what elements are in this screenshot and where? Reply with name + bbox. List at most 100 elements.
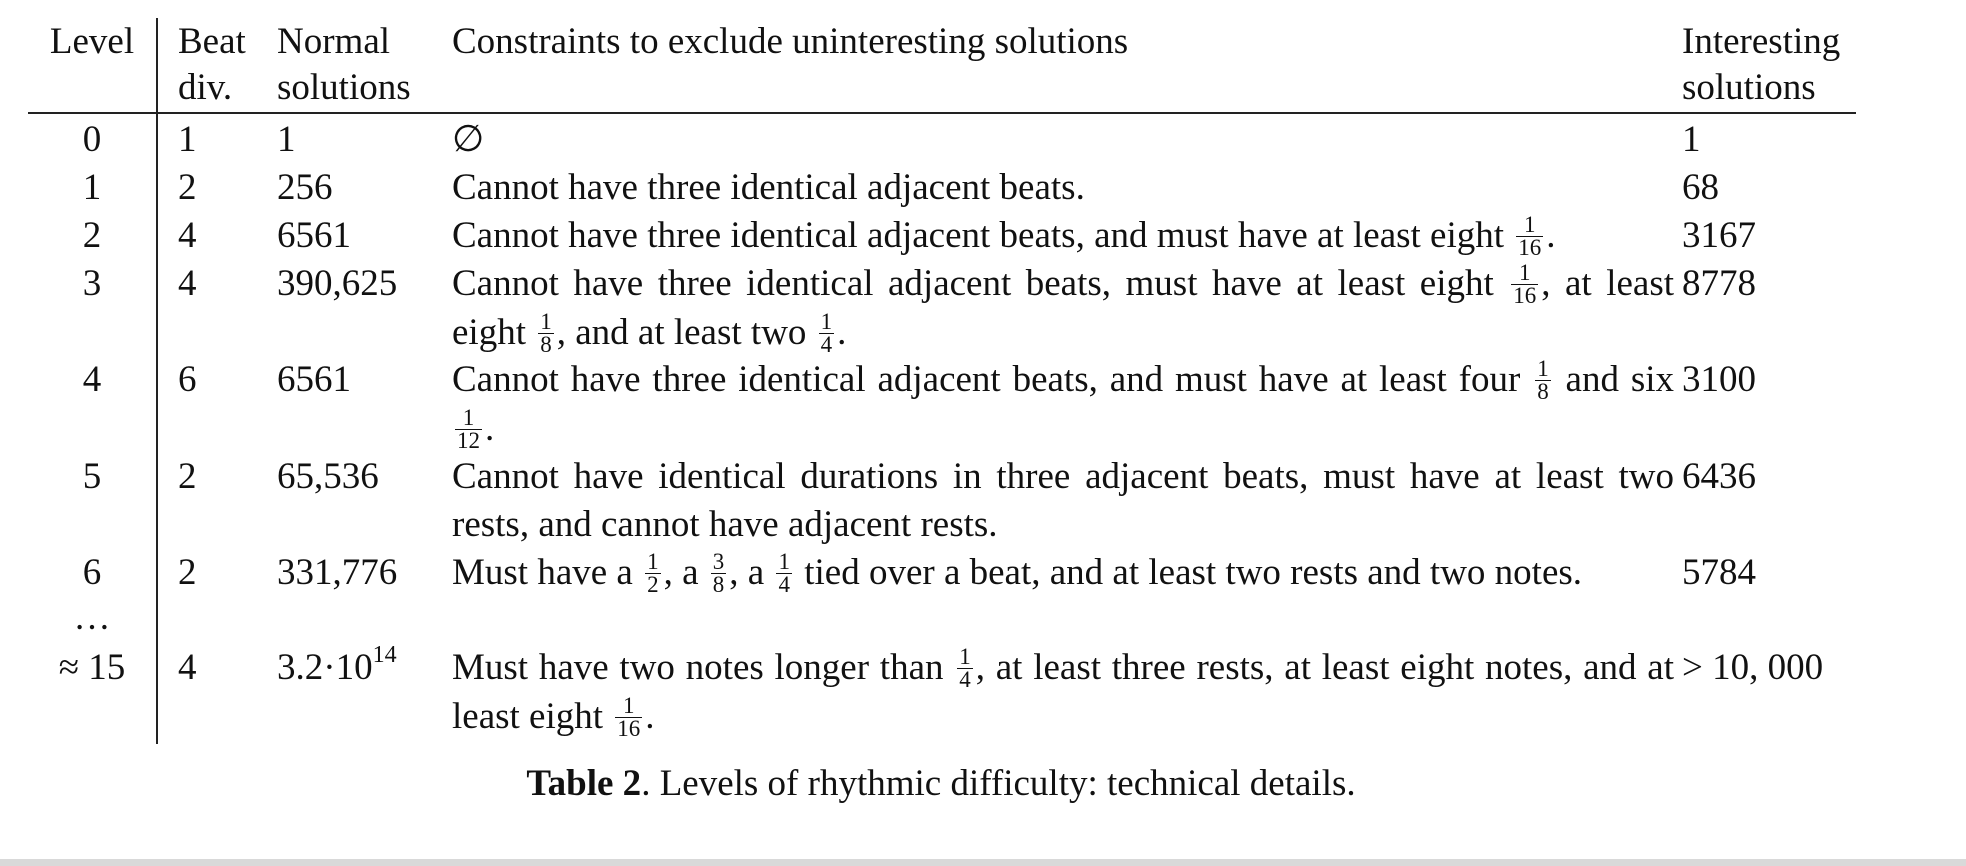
row-6-constraint-text: Must have a [452, 552, 633, 593]
fraction-numerator: 1 [645, 549, 661, 575]
row-0-interesting: 1 [1682, 119, 1701, 160]
fraction-denominator: 4 [778, 572, 790, 598]
row-15-normal-base: 3.2·10 [277, 647, 373, 688]
fraction: 38 [710, 549, 727, 598]
row-1-beat-div: 2 [178, 167, 197, 208]
fraction-numerator: 1 [957, 644, 973, 670]
fraction-numerator: 1 [615, 694, 643, 719]
row-4-interesting: 3100 [1682, 359, 1756, 400]
row-2-level: 2 [82, 215, 102, 256]
row-15-normal-exponent: 14 [372, 641, 397, 668]
row-3-level: 3 [82, 263, 102, 304]
fraction: 1 16 [1516, 213, 1544, 261]
row-1-interesting: 68 [1682, 167, 1719, 208]
row-3-constraint-text: , and at least two [556, 312, 807, 354]
fraction: 1 12 [455, 406, 482, 454]
fraction-denominator: 4 [820, 332, 833, 358]
fraction-denominator: 12 [457, 428, 480, 454]
fraction-numerator: 3 [710, 549, 727, 575]
row-0-level: 0 [82, 119, 102, 160]
header-beat-div-line1: Beat [178, 21, 246, 62]
column-divider [156, 18, 158, 744]
row-2-interesting: 3167 [1682, 215, 1756, 256]
document-page: Level Beat div. Normal solutions Constra… [0, 0, 1966, 859]
row-3-beat-div: 4 [178, 263, 197, 304]
fraction-denominator: 16 [617, 716, 641, 742]
row-15-interesting: > 10, 000 [1682, 647, 1824, 688]
fraction: 1 16 [1511, 261, 1539, 309]
fraction: 18 [538, 309, 554, 358]
caption-text: . Levels of rhythmic difficulty: technic… [641, 763, 1356, 804]
row-4-beat-div: 6 [178, 359, 197, 400]
fraction: 12 [645, 549, 661, 598]
header-interesting-line2: solutions [1682, 67, 1816, 108]
row-3-constraint: Cannot have three identical adjacent bea… [452, 260, 1674, 358]
row-2-beat-div: 4 [178, 215, 197, 256]
header-interesting-line1: Interesting [1682, 21, 1841, 62]
row-15-normal: 3.2·1014 [277, 641, 397, 692]
fraction-numerator: 1 [1516, 213, 1544, 238]
row-0-constraint-text: ∅ [452, 119, 485, 160]
row-6-level: 6 [82, 552, 102, 593]
fraction: 14 [818, 309, 835, 358]
fraction-denominator: 2 [647, 572, 659, 598]
row-4-constraint-text: Cannot have three identical adjacent bea… [452, 359, 1521, 400]
row-2-constraint-text: Cannot have three identical adjacent bea… [452, 215, 1505, 256]
header-rule [28, 112, 1856, 114]
row-4-constraint-text: and six [1565, 359, 1674, 400]
row-3-constraint-text: . [837, 312, 847, 354]
row-1-level: 1 [82, 167, 102, 208]
row-ellipsis: … [73, 597, 111, 638]
row-4-normal: 6561 [277, 359, 351, 400]
row-2-constraint: Cannot have three identical adjacent bea… [452, 212, 1674, 261]
row-5-constraint: Cannot have identical durations in three… [452, 453, 1674, 549]
fraction-denominator: 8 [1537, 379, 1549, 405]
fraction-numerator: 1 [1511, 261, 1539, 286]
row-15-constraint: Must have two notes longer than 14, at l… [452, 644, 1674, 742]
row-5-beat-div: 2 [178, 456, 197, 497]
row-1-constraint: Cannot have three identical adjacent bea… [452, 164, 1674, 212]
row-15-constraint-text: Must have two notes longer than [452, 647, 944, 688]
fraction-denominator: 4 [959, 667, 971, 693]
header-normal-line1: Normal [277, 21, 391, 62]
caption-label: Table 2 [526, 763, 642, 804]
fraction: 14 [957, 644, 973, 693]
fraction-denominator: 16 [1513, 283, 1537, 309]
fraction: 18 [1535, 356, 1551, 405]
row-1-constraint-text: Cannot have three identical adjacent bea… [452, 167, 1085, 208]
row-0-beat-div: 1 [178, 119, 197, 160]
row-5-interesting: 6436 [1682, 456, 1756, 497]
row-6-constraint: Must have a 12, a 38, a 14 tied over a b… [452, 549, 1674, 598]
fraction: 14 [776, 549, 792, 598]
row-1-normal: 256 [277, 167, 333, 208]
row-6-beat-div: 2 [178, 552, 197, 593]
fraction-denominator: 16 [1518, 235, 1542, 261]
fraction-denominator: 8 [712, 572, 725, 598]
fraction-numerator: 1 [776, 549, 792, 575]
fraction-denominator: 8 [540, 332, 552, 358]
header-constraints: Constraints to exclude uninteresting sol… [452, 21, 1129, 62]
row-2-normal: 6561 [277, 215, 351, 256]
row-0-constraint: ∅ [452, 116, 1674, 164]
row-6-constraint-text: tied over a beat, and at least two rests… [804, 552, 1583, 593]
row-3-constraint-text: Cannot have three identical adjacent bea… [452, 263, 1494, 304]
row-3-normal: 390,625 [277, 263, 398, 304]
row-3-interesting: 8778 [1682, 263, 1756, 304]
fraction-numerator: 1 [1535, 356, 1551, 382]
row-6-constraint-text: , a [663, 552, 699, 593]
fraction-numerator: 1 [538, 309, 554, 335]
bottom-border [0, 859, 1966, 866]
row-4-constraint: Cannot have three identical adjacent bea… [452, 356, 1674, 454]
header-normal-line2: solutions [277, 67, 411, 108]
fraction-numerator: 1 [818, 309, 835, 335]
row-0-normal: 1 [277, 119, 296, 160]
row-6-constraint-text: , a [729, 552, 765, 593]
row-15-level: ≈ 15 [58, 647, 126, 688]
header-level: Level [49, 21, 135, 62]
row-6-normal: 331,776 [277, 552, 398, 593]
row-5-normal: 65,536 [277, 456, 379, 497]
row-4-constraint-text: . [485, 408, 495, 450]
fraction-numerator: 1 [455, 406, 482, 431]
header-beat-div-line2: div. [178, 67, 233, 108]
table-caption: Table 2. Levels of rhythmic difficulty: … [0, 758, 1882, 810]
